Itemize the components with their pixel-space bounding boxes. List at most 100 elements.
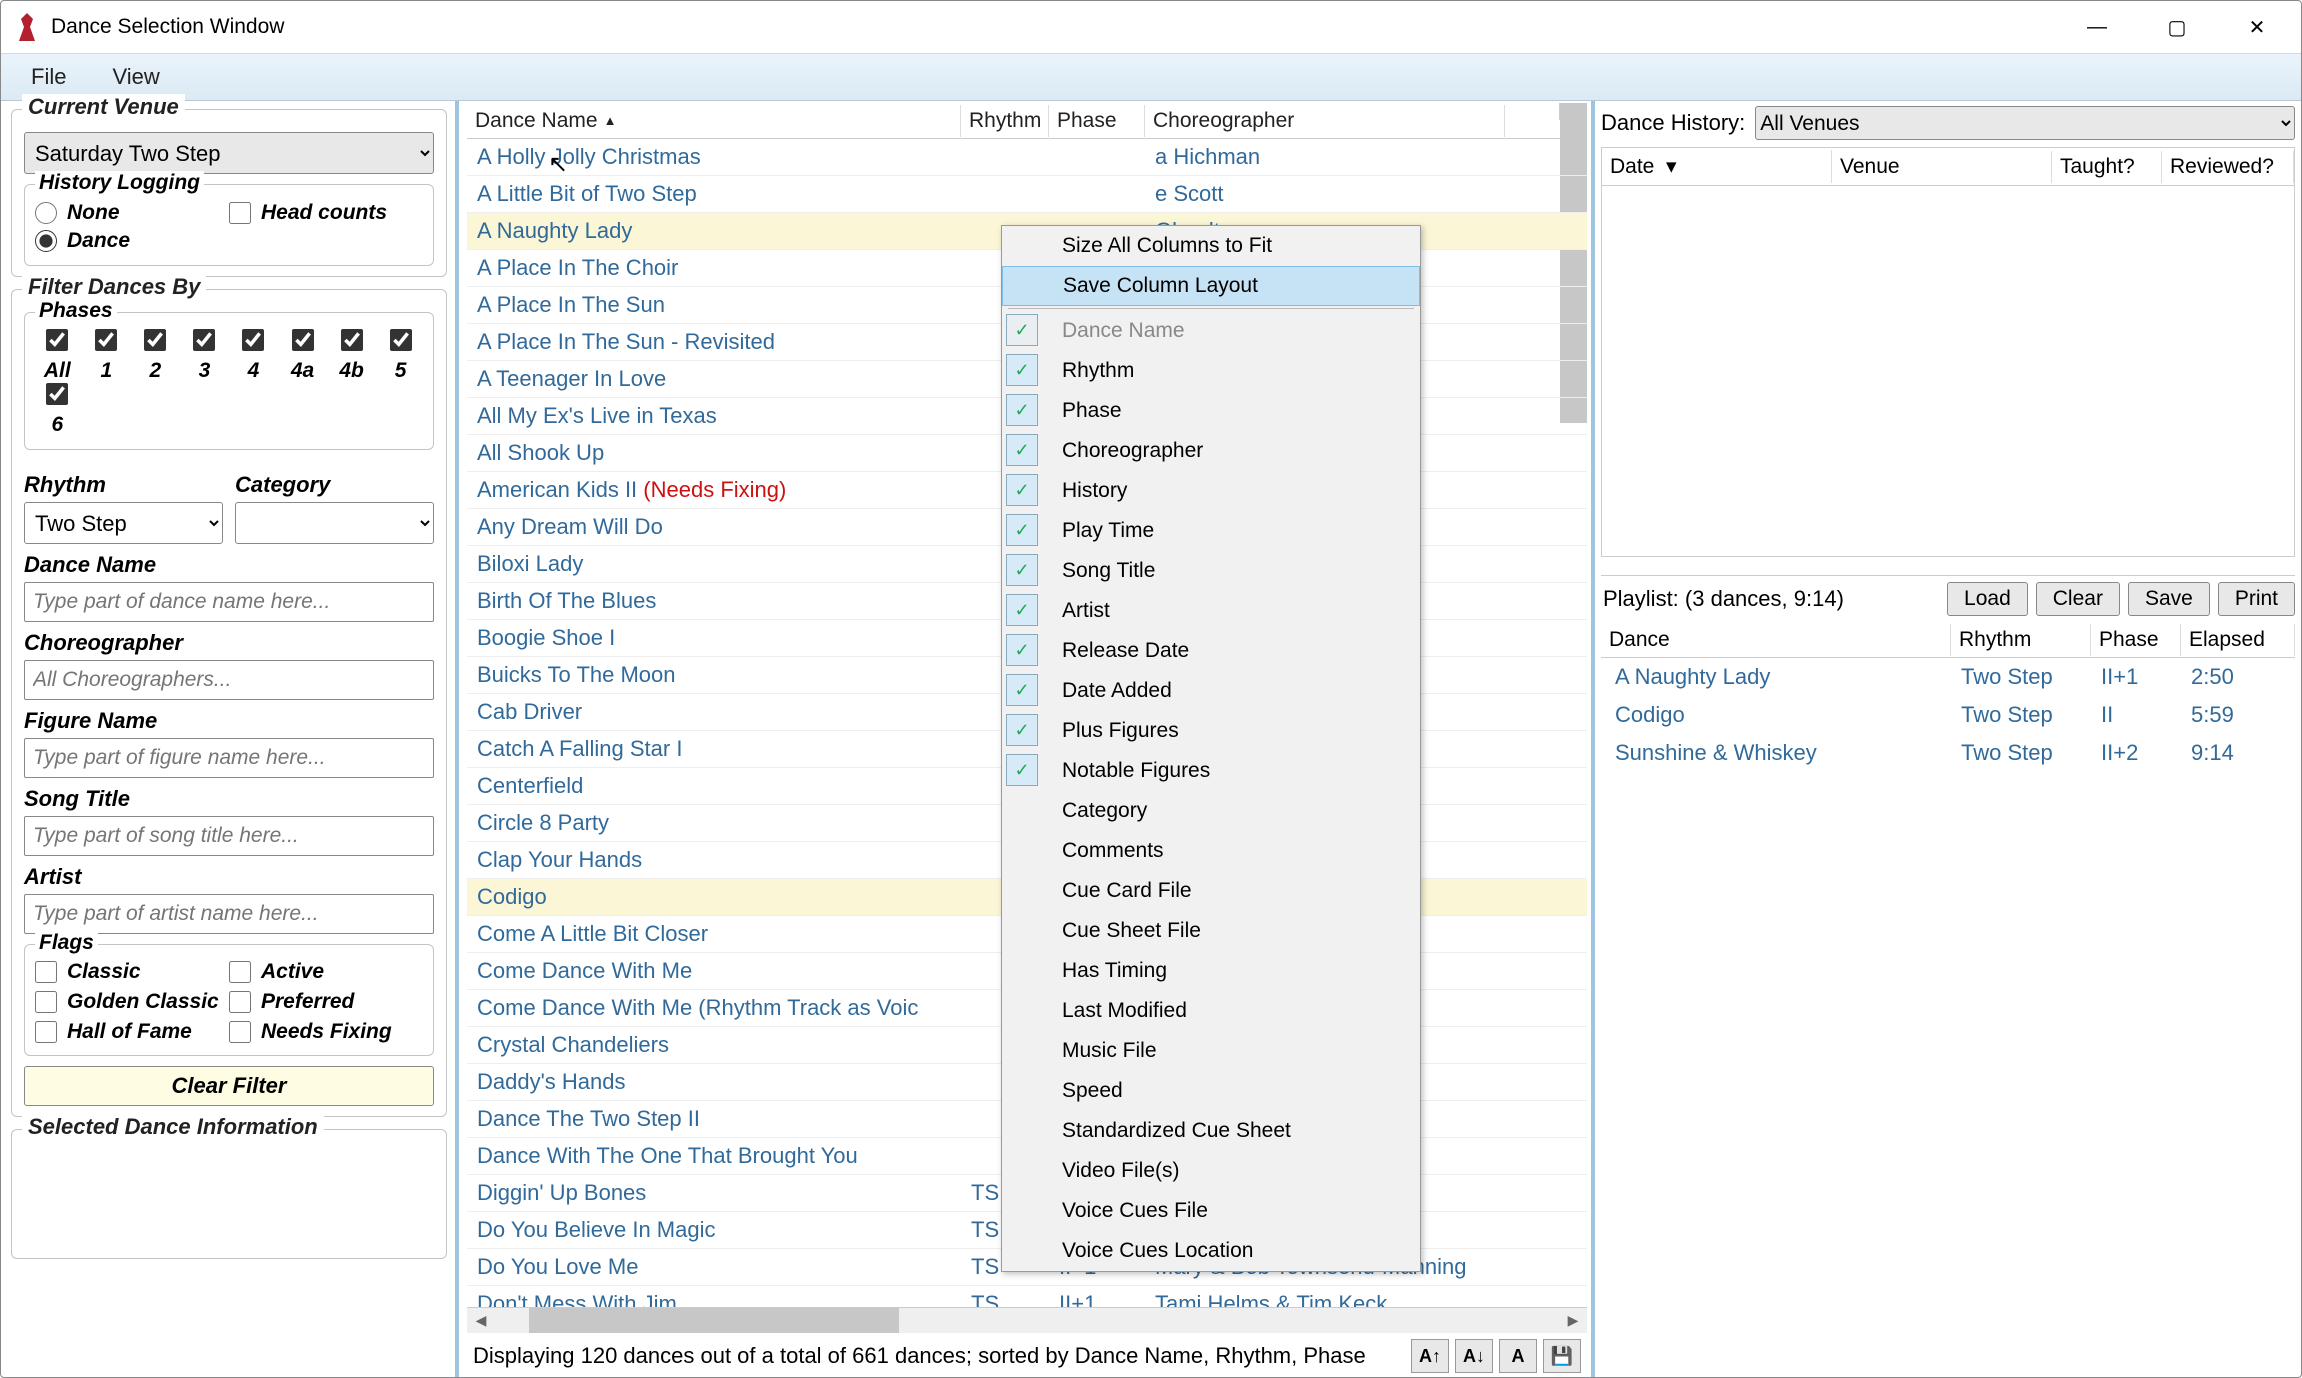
cm-column-toggle[interactable]: Cue Sheet File: [1002, 911, 1420, 951]
cm-column-toggle[interactable]: Voice Cues File: [1002, 1191, 1420, 1231]
playlist-save-button[interactable]: Save: [2128, 582, 2210, 616]
playlist-load-button[interactable]: Load: [1947, 582, 2028, 616]
pl-col-dance[interactable]: Dance: [1601, 624, 1951, 656]
cm-column-toggle[interactable]: Music File: [1002, 1031, 1420, 1071]
playlist-row[interactable]: CodigoTwo StepII5:59: [1601, 696, 2295, 734]
flag-classic[interactable]: [35, 961, 57, 983]
venue-select[interactable]: Saturday Two Step: [24, 132, 434, 174]
close-button[interactable]: ✕: [2217, 3, 2297, 51]
category-select[interactable]: [235, 502, 434, 544]
cm-column-toggle[interactable]: Category: [1002, 791, 1420, 831]
zoom-out-button[interactable]: A↓: [1455, 1339, 1493, 1373]
cm-column-toggle[interactable]: Comments: [1002, 831, 1420, 871]
hist-col-date[interactable]: Date ▾: [1602, 150, 1832, 183]
maximize-button[interactable]: ▢: [2137, 3, 2217, 51]
cm-column-toggle[interactable]: Standardized Cue Sheet: [1002, 1111, 1420, 1151]
flag-golden[interactable]: [35, 991, 57, 1013]
clear-filter-button[interactable]: Clear Filter: [24, 1066, 434, 1106]
cell-rhythm: [961, 192, 1049, 196]
phase-cb-5[interactable]: [390, 329, 412, 351]
cm-column-toggle[interactable]: Cue Card File: [1002, 871, 1420, 911]
figure-input[interactable]: [24, 738, 434, 778]
cm-column-toggle[interactable]: ✓Date Added: [1002, 671, 1420, 711]
save-zoom-button[interactable]: 💾: [1543, 1339, 1581, 1373]
cm-column-toggle[interactable]: Last Modified: [1002, 991, 1420, 1031]
col-choreo[interactable]: Choreographer: [1145, 105, 1505, 137]
cm-column-toggle[interactable]: ✓Song Title: [1002, 551, 1420, 591]
pl-col-elapsed[interactable]: Elapsed: [2181, 624, 2295, 656]
cm-column-toggle[interactable]: ✓Plus Figures: [1002, 711, 1420, 751]
horizontal-scrollbar[interactable]: ◀▶: [467, 1307, 1587, 1333]
table-row[interactable]: A Holly Jolly Christmasa Hichman: [467, 139, 1587, 176]
cm-column-toggle[interactable]: Voice Cues Location: [1002, 1231, 1420, 1271]
playlist-row[interactable]: A Naughty LadyTwo StepII+12:50: [1601, 658, 2295, 696]
zoom-in-button[interactable]: A↑: [1411, 1339, 1449, 1373]
cm-column-label: Voice Cues Location: [1062, 1239, 1253, 1263]
hist-col-taught[interactable]: Taught?: [2052, 151, 2162, 183]
table-row[interactable]: Don't Mess With JimTSII+1Tami Helms & Ti…: [467, 1286, 1587, 1307]
phase-cb-1[interactable]: [95, 329, 117, 351]
cm-column-toggle[interactable]: ✓Rhythm: [1002, 351, 1420, 391]
flag-fixing[interactable]: [229, 1021, 251, 1043]
phase-cb-All[interactable]: [46, 329, 68, 351]
menu-file[interactable]: File: [15, 58, 96, 96]
cm-column-toggle[interactable]: ✓Artist: [1002, 591, 1420, 631]
cm-column-toggle[interactable]: ✓History: [1002, 471, 1420, 511]
minimize-button[interactable]: —: [2057, 3, 2137, 51]
cm-save-layout[interactable]: Save Column Layout: [1002, 266, 1420, 306]
cell-dance-name: Do You Love Me: [467, 1252, 961, 1282]
cm-column-toggle[interactable]: ✓Play Time: [1002, 511, 1420, 551]
pl-col-rhythm[interactable]: Rhythm: [1951, 624, 2091, 656]
song-input[interactable]: [24, 816, 434, 856]
zoom-reset-button[interactable]: A: [1499, 1339, 1537, 1373]
cm-column-toggle[interactable]: Video File(s): [1002, 1151, 1420, 1191]
menu-view[interactable]: View: [96, 58, 189, 96]
choreo-input[interactable]: [24, 660, 434, 700]
col-rhythm[interactable]: Rhythm: [961, 105, 1049, 137]
phase-cb-2[interactable]: [144, 329, 166, 351]
col-phase[interactable]: Phase: [1049, 105, 1145, 137]
cm-column-toggle[interactable]: Has Timing: [1002, 951, 1420, 991]
cm-column-toggle[interactable]: ✓Release Date: [1002, 631, 1420, 671]
radio-none[interactable]: [35, 202, 57, 224]
phase-cb-4[interactable]: [242, 329, 264, 351]
cm-column-label: Category: [1062, 799, 1147, 823]
cm-size-all[interactable]: Size All Columns to Fit: [1002, 226, 1420, 266]
flag-hof[interactable]: [35, 1021, 57, 1043]
phase-cb-4b[interactable]: [341, 329, 363, 351]
cm-column-toggle[interactable]: ✓Phase: [1002, 391, 1420, 431]
phase-cb-6[interactable]: [46, 383, 68, 405]
checkbox-headcounts[interactable]: [229, 202, 251, 224]
playlist-print-button[interactable]: Print: [2218, 582, 2295, 616]
table-row[interactable]: A Little Bit of Two Stepe Scott: [467, 176, 1587, 213]
artist-input[interactable]: [24, 894, 434, 934]
radio-dance[interactable]: [35, 230, 57, 252]
vertical-scrollbar[interactable]: [1559, 103, 1587, 120]
cell-dance-name: A Place In The Choir: [467, 253, 961, 283]
col-dance-name[interactable]: Dance Name: [467, 105, 961, 137]
playlist-row[interactable]: Sunshine & WhiskeyTwo StepII+29:14: [1601, 734, 2295, 772]
flag-active[interactable]: [229, 961, 251, 983]
status-text: Displaying 120 dances out of a total of …: [473, 1343, 1366, 1369]
history-venue-select[interactable]: All Venues: [1755, 106, 2295, 140]
cm-column-label: Cue Sheet File: [1062, 919, 1201, 943]
pl-col-phase[interactable]: Phase: [2091, 624, 2181, 656]
phase-cb-3[interactable]: [193, 329, 215, 351]
cm-column-toggle[interactable]: ✓Notable Figures: [1002, 751, 1420, 791]
rhythm-label: Rhythm: [24, 472, 223, 498]
dance-name-input[interactable]: [24, 582, 434, 622]
label-none: None: [67, 201, 120, 225]
cm-column-toggle[interactable]: Speed: [1002, 1071, 1420, 1111]
phase-cb-4a[interactable]: [292, 329, 314, 351]
hist-col-venue[interactable]: Venue: [1832, 151, 2052, 183]
flag-preferred[interactable]: [229, 991, 251, 1013]
cell-dance-name: Biloxi Lady: [467, 549, 961, 579]
table-header: Dance Name Rhythm Phase Choreographer: [467, 103, 1587, 139]
cm-column-toggle[interactable]: ✓Choreographer: [1002, 431, 1420, 471]
current-venue-title: Current Venue: [22, 94, 185, 120]
playlist-clear-button[interactable]: Clear: [2036, 582, 2120, 616]
hist-col-reviewed[interactable]: Reviewed?: [2162, 151, 2294, 183]
check-icon: ✓: [1006, 514, 1038, 546]
rhythm-select[interactable]: Two Step: [24, 502, 223, 544]
filter-title: Filter Dances By: [22, 274, 206, 300]
